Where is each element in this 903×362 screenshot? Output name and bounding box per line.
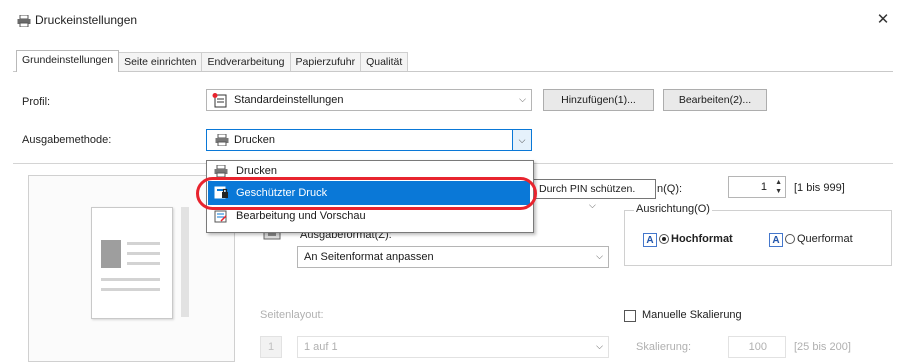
chevron-down-icon: ⌵ <box>519 94 526 104</box>
option-label: Bearbeitung und Vorschau <box>236 210 366 222</box>
profile-label: Profil: <box>22 96 51 108</box>
landscape-label: Querformat <box>797 233 853 245</box>
window-title: Druckeinstellungen <box>35 13 138 27</box>
edit-profile-button[interactable]: Bearbeiten(2)... <box>663 89 767 111</box>
output-method-select[interactable]: Drucken ⌵ <box>206 129 532 151</box>
tab-page-setup[interactable]: Seite einrichten <box>118 52 203 72</box>
profile-select[interactable]: Standardeinstellungen ⌵ <box>206 89 532 111</box>
chevron-down-icon: ⌵ <box>596 251 603 261</box>
tab-bar: Grundeinstellungen Seite einrichten Endv… <box>16 50 409 72</box>
profile-value: Standardeinstellungen <box>234 94 344 106</box>
portrait-label: Hochformat <box>671 233 733 245</box>
highlight-ring <box>196 177 537 210</box>
spinner-arrows-icon[interactable]: ▲ ▼ <box>775 178 782 196</box>
tab-quality[interactable]: Qualität <box>360 52 409 72</box>
orientation-label: Ausrichtung(O) <box>634 203 712 215</box>
tab-basic-settings[interactable]: Grundeinstellungen <box>16 50 120 72</box>
tab-paper-source[interactable]: Papierzufuhr <box>289 52 362 72</box>
page-layout-select[interactable]: 1 auf 1 ⌵ <box>297 336 609 358</box>
printer-icon <box>215 133 229 149</box>
page-layout-value: 1 auf 1 <box>304 341 338 353</box>
landscape-radio[interactable] <box>785 234 795 247</box>
portrait-radio[interactable] <box>659 234 669 247</box>
scaling-range: [25 bis 200] <box>794 341 851 353</box>
copies-label: n(Q): <box>657 183 683 195</box>
chevron-down-icon: ⌵ <box>596 341 603 351</box>
close-icon[interactable]: ✕ <box>872 9 894 31</box>
tooltip: Durch PIN schützen. <box>529 179 656 199</box>
profile-icon <box>212 93 228 111</box>
chevron-down-icon[interactable]: ⌵ <box>512 130 531 150</box>
copies-value: 1 <box>760 181 767 193</box>
printer-icon <box>17 14 31 28</box>
add-profile-button[interactable]: Hinzufügen(1)... <box>543 89 654 111</box>
output-size-value: An Seitenformat anpassen <box>304 251 434 263</box>
output-method-label: Ausgabemethode: <box>22 134 112 146</box>
scaling-spinner[interactable]: 100 <box>728 336 786 358</box>
chevron-down-icon: ⌵ <box>589 200 596 210</box>
output-size-select[interactable]: An Seitenformat anpassen ⌵ <box>297 246 609 268</box>
output-method-value: Drucken <box>234 134 275 146</box>
page-layout-label: Seitenlayout: <box>260 309 324 321</box>
copies-spinner[interactable]: 1 ▲ ▼ <box>728 176 786 198</box>
preview-page <box>91 207 173 319</box>
tab-finishing[interactable]: Endverarbeitung <box>201 52 291 72</box>
option-label: Drucken <box>236 165 277 177</box>
manual-scaling-checkbox[interactable] <box>624 310 636 322</box>
page-layout-icon: 1 <box>260 336 282 358</box>
scaling-value: 100 <box>748 341 767 353</box>
manual-scaling-label: Manuelle Skalierung <box>642 309 742 321</box>
edit-preview-icon <box>214 210 228 223</box>
landscape-icon: A <box>769 233 783 247</box>
portrait-icon: A <box>643 233 657 247</box>
copies-range: [1 bis 999] <box>794 182 845 194</box>
scaling-label: Skalierung: <box>636 341 692 353</box>
